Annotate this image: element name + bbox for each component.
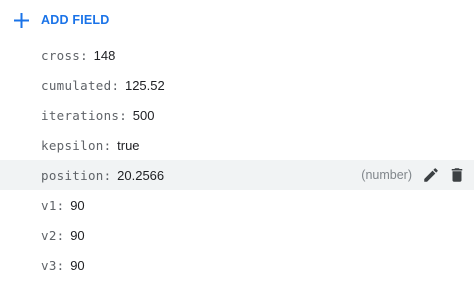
field-value: 148 <box>93 47 116 63</box>
field-row-v2[interactable]: v2: 90 <box>0 220 474 250</box>
field-row-position[interactable]: position: 20.2566 (number) <box>0 160 474 190</box>
field-key: cross <box>41 47 81 63</box>
pencil-icon[interactable] <box>422 166 440 184</box>
key-separator: : <box>56 197 65 213</box>
key-separator: : <box>56 227 65 243</box>
field-key: cumulated <box>41 77 112 93</box>
plus-icon <box>14 12 29 28</box>
field-row-kepsilon[interactable]: kepsilon: true <box>0 130 474 160</box>
field-value: 90 <box>70 197 85 213</box>
field-key: iterations <box>41 107 120 123</box>
field-row-iterations[interactable]: iterations: 500 <box>0 100 474 130</box>
document-field-list: cross: 148 cumulated: 125.52 iterations:… <box>0 40 474 280</box>
add-field-button[interactable]: ADD FIELD <box>14 9 109 31</box>
key-separator: : <box>56 257 65 273</box>
field-key: v3 <box>41 257 57 273</box>
field-key: position <box>41 167 104 183</box>
add-field-label: ADD FIELD <box>41 13 110 27</box>
field-value: 90 <box>70 227 85 243</box>
field-value: 500 <box>132 107 155 123</box>
field-value: 125.52 <box>124 77 165 93</box>
field-key: kepsilon <box>41 137 104 153</box>
key-separator: : <box>80 47 88 63</box>
key-separator: : <box>103 167 112 183</box>
key-separator: : <box>103 137 112 153</box>
field-value: 20.2566 <box>117 167 165 183</box>
field-key: v2 <box>41 227 57 243</box>
field-row-v1[interactable]: v1: 90 <box>0 190 474 220</box>
field-value: true <box>117 137 140 153</box>
field-key: v1 <box>41 197 57 213</box>
field-row-cumulated[interactable]: cumulated: 125.52 <box>0 70 474 100</box>
trash-icon[interactable] <box>448 166 466 184</box>
field-row-cross[interactable]: cross: 148 <box>0 40 474 70</box>
key-separator: : <box>111 77 119 93</box>
field-value: 90 <box>70 257 85 273</box>
key-separator: : <box>119 107 127 123</box>
field-type-hint: (number) <box>361 168 412 182</box>
field-row-v3[interactable]: v3: 90 <box>0 250 474 280</box>
